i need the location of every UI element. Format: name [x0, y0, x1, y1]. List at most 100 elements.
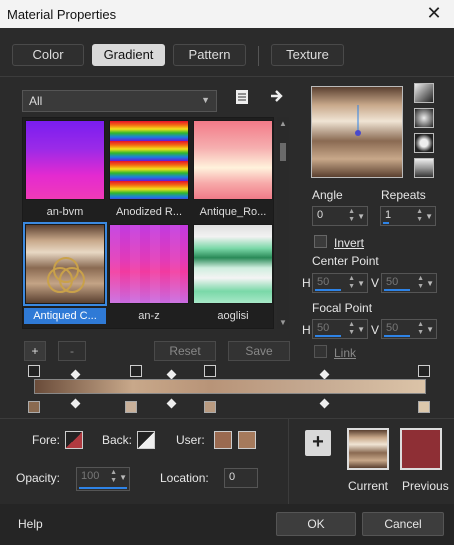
linear-style-button[interactable]: [414, 83, 434, 103]
midpoint-diamond[interactable]: [319, 398, 330, 409]
ok-button[interactable]: OK: [276, 512, 356, 536]
center-v-spinner[interactable]: 50 ▲ ▼ ▼: [381, 273, 437, 293]
gradient-thumb[interactable]: [25, 120, 105, 200]
midpoint-diamond[interactable]: [70, 369, 81, 380]
top-stop-marker[interactable]: [418, 365, 430, 377]
cancel-button[interactable]: Cancel: [362, 512, 444, 536]
divider: [0, 418, 454, 419]
repeats-label: Repeats: [381, 188, 426, 202]
close-icon[interactable]: ✕: [424, 3, 444, 24]
spinner-arrows-icon[interactable]: ▲ ▼: [348, 321, 355, 337]
midpoint-diamond[interactable]: [319, 369, 330, 380]
tab-gradient[interactable]: Gradient: [92, 44, 165, 66]
thumb-label: Antique_Ro...: [199, 206, 267, 218]
knot-logo-icon: [47, 257, 85, 293]
opacity-level: [79, 487, 127, 489]
midpoint-diamond[interactable]: [166, 398, 177, 409]
center-v-value: 50: [386, 276, 399, 288]
scroll-thumb[interactable]: [280, 143, 286, 161]
thumb-label-selected: Antiqued C...: [24, 308, 106, 324]
center-h-level: [315, 289, 341, 291]
angle-spinner[interactable]: 0 ▲ ▼ ▼: [312, 206, 368, 226]
gradient-preview[interactable]: [311, 86, 403, 178]
gradient-thumb[interactable]: [193, 224, 273, 304]
tab-texture[interactable]: Texture: [271, 44, 344, 66]
spinner-arrows-icon[interactable]: ▲ ▼: [110, 469, 117, 485]
scroll-up-icon[interactable]: ▲: [279, 119, 287, 128]
radial-style-button[interactable]: [414, 133, 434, 153]
scroll-down-icon[interactable]: ▼: [279, 318, 287, 327]
bottom-stop-marker[interactable]: [418, 401, 430, 413]
chevron-down-icon[interactable]: ▼: [357, 279, 365, 288]
repeats-spinner[interactable]: 1 ▲ ▼ ▼: [380, 206, 436, 226]
tab-pattern[interactable]: Pattern: [173, 44, 246, 66]
chevron-down-icon[interactable]: ▼: [425, 212, 433, 221]
focal-h-spinner[interactable]: 50 ▲ ▼ ▼: [312, 319, 368, 339]
gradient-thumb[interactable]: [193, 120, 273, 200]
repeats-value: 1: [385, 209, 392, 221]
gradient-thumb-selected[interactable]: [23, 222, 107, 306]
previous-swatch[interactable]: [400, 428, 442, 470]
current-swatch[interactable]: [347, 428, 389, 470]
chevron-down-icon[interactable]: ▼: [357, 212, 365, 221]
add-stop-button[interactable]: +: [24, 341, 46, 361]
previous-label: Previous: [402, 479, 449, 493]
bottom-stop-marker[interactable]: [28, 401, 40, 413]
invert-checkbox[interactable]: [314, 235, 327, 248]
spinner-arrows-icon[interactable]: ▲ ▼: [348, 208, 355, 224]
divider: [0, 76, 454, 77]
midpoint-diamond[interactable]: [166, 369, 177, 380]
category-dropdown[interactable]: All ▼: [22, 90, 217, 112]
repeats-level: [383, 222, 389, 224]
midpoint-diamond[interactable]: [70, 398, 81, 409]
location-value: 0: [229, 471, 236, 483]
gradient-thumb[interactable]: [109, 224, 189, 304]
save-button[interactable]: Save: [228, 341, 290, 361]
chevron-down-icon[interactable]: ▼: [357, 325, 365, 334]
spinner-arrows-icon[interactable]: ▲ ▼: [348, 275, 355, 291]
tab-color[interactable]: Color: [12, 44, 84, 66]
center-handle-icon[interactable]: [312, 87, 404, 179]
add-swatch-button[interactable]: +: [305, 430, 331, 456]
chevron-down-icon[interactable]: ▼: [119, 473, 127, 482]
remove-stop-button[interactable]: -: [58, 341, 86, 361]
library-scrollbar[interactable]: ▲ ▼: [277, 117, 289, 329]
help-link[interactable]: Help: [18, 517, 43, 531]
gradient-bar[interactable]: [34, 379, 426, 394]
chevron-down-icon: ▼: [201, 95, 210, 105]
user-color-swatch[interactable]: [238, 431, 256, 449]
thumb-label: an-bvm: [46, 206, 84, 218]
focal-v-spinner[interactable]: 50 ▲ ▼ ▼: [381, 319, 437, 339]
right-arrow-icon[interactable]: [269, 88, 285, 104]
spinner-arrows-icon[interactable]: ▲ ▼: [417, 321, 424, 337]
opacity-value: 100: [81, 470, 100, 482]
user-color-swatch[interactable]: [214, 431, 232, 449]
spinner-arrows-icon[interactable]: ▲ ▼: [416, 208, 423, 224]
opacity-label: Opacity:: [16, 471, 61, 485]
opacity-spinner[interactable]: 100 ▲ ▼ ▼: [76, 467, 130, 491]
focal-v-level: [384, 335, 410, 337]
top-stop-marker[interactable]: [204, 365, 216, 377]
location-field[interactable]: 0: [224, 468, 258, 488]
bottom-stop-marker[interactable]: [204, 401, 216, 413]
bottom-stop-marker[interactable]: [125, 401, 137, 413]
spinner-arrows-icon[interactable]: ▲ ▼: [417, 275, 424, 291]
thumb-label: aoglisi: [217, 310, 249, 322]
window-title: Material Properties: [7, 7, 117, 22]
back-label: Back:: [102, 433, 133, 447]
chevron-down-icon[interactable]: ▼: [426, 325, 434, 334]
book-icon[interactable]: [235, 89, 249, 105]
location-label: Location:: [160, 471, 209, 485]
reset-button[interactable]: Reset: [154, 341, 216, 361]
top-stop-marker[interactable]: [28, 365, 40, 377]
center-h-spinner[interactable]: 50 ▲ ▼ ▼: [312, 273, 368, 293]
chevron-down-icon[interactable]: ▼: [426, 279, 434, 288]
gradient-thumb[interactable]: [109, 120, 189, 200]
link-checkbox[interactable]: [314, 345, 327, 358]
sunburst-style-button[interactable]: [414, 158, 434, 178]
angle-label: Angle: [312, 188, 343, 202]
top-stop-marker[interactable]: [130, 365, 142, 377]
back-swatch[interactable]: [137, 431, 155, 449]
rectangular-style-button[interactable]: [414, 108, 434, 128]
fore-swatch[interactable]: [65, 431, 83, 449]
